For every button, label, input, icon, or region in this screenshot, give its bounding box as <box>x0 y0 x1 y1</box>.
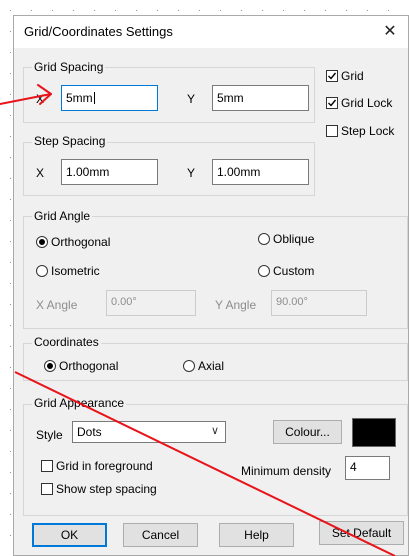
grid-lock-checkbox-label: Grid Lock <box>341 96 393 110</box>
coordinates-label: Coordinates <box>32 335 101 349</box>
coord-orthogonal-radio[interactable]: Orthogonal <box>44 359 118 373</box>
grid-y-input[interactable]: 5mm <box>212 85 309 111</box>
step-spacing-label: Step Spacing <box>32 134 108 148</box>
grid-y-label: Y <box>187 92 196 106</box>
radio-selected-icon <box>44 360 56 372</box>
grid-angle-label: Grid Angle <box>32 209 93 223</box>
style-select-value: Dots <box>77 425 102 439</box>
y-angle-label: Y Angle <box>215 298 257 312</box>
y-angle-input[interactable]: 90.00° <box>271 290 367 316</box>
checkbox-unchecked-icon <box>326 125 338 137</box>
angle-oblique-radio[interactable]: Oblique <box>258 232 314 246</box>
angle-oblique-label: Oblique <box>273 232 315 246</box>
cancel-button[interactable]: Cancel <box>123 523 198 547</box>
grid-spacing-label: Grid Spacing <box>32 60 106 74</box>
step-y-input[interactable]: 1.00mm <box>212 159 309 185</box>
close-icon[interactable]: ✕ <box>380 21 400 41</box>
radio-unselected-icon <box>258 233 270 245</box>
angle-custom-label: Custom <box>273 264 315 278</box>
grid-x-label: X <box>36 92 45 106</box>
angle-isometric-label: Isometric <box>51 264 100 278</box>
grid-checkbox-label: Grid <box>341 69 364 83</box>
style-select[interactable]: Dots ∨ <box>72 421 226 443</box>
text-caret <box>93 92 95 104</box>
angle-orthogonal-label: Orthogonal <box>51 235 111 249</box>
step-lock-checkbox-label: Step Lock <box>341 124 395 138</box>
step-x-label: X <box>36 166 45 180</box>
show-step-spacing-label: Show step spacing <box>56 482 157 496</box>
dialog-title: Grid/Coordinates Settings <box>24 24 173 39</box>
step-lock-checkbox[interactable]: Step Lock <box>326 124 394 138</box>
help-button[interactable]: Help <box>219 523 294 547</box>
x-angle-input[interactable]: 0.00° <box>106 290 196 316</box>
colour-swatch[interactable] <box>352 418 396 447</box>
set-default-button[interactable]: Set Default <box>319 521 404 545</box>
coord-orthogonal-label: Orthogonal <box>59 359 119 373</box>
grid-checkbox[interactable]: Grid <box>326 69 364 83</box>
ok-button[interactable]: OK <box>32 523 107 547</box>
minimum-density-input[interactable]: 4 <box>345 456 390 480</box>
radio-selected-icon <box>36 236 48 248</box>
grid-foreground-label: Grid in foreground <box>56 459 153 473</box>
checkbox-checked-icon <box>326 97 338 109</box>
coord-axial-label: Axial <box>198 359 225 373</box>
radio-unselected-icon <box>183 360 195 372</box>
grid-lock-checkbox[interactable]: Grid Lock <box>326 96 392 110</box>
colour-button[interactable]: Colour... <box>273 420 342 444</box>
grid-foreground-checkbox[interactable]: Grid in foreground <box>41 459 153 473</box>
style-label: Style <box>36 428 63 442</box>
step-y-label: Y <box>187 166 196 180</box>
step-x-input[interactable]: 1.00mm <box>61 159 158 185</box>
checkbox-unchecked-icon <box>41 483 53 495</box>
title-bar: Grid/Coordinates Settings ✕ <box>14 16 408 48</box>
x-angle-label: X Angle <box>36 298 78 312</box>
grid-appearance-label: Grid Appearance <box>32 396 127 410</box>
radio-unselected-icon <box>258 265 270 277</box>
checkbox-unchecked-icon <box>41 460 53 472</box>
chevron-down-icon: ∨ <box>210 425 219 437</box>
angle-custom-radio[interactable]: Custom <box>258 264 314 278</box>
minimum-density-label: Minimum density <box>241 464 332 478</box>
grid-x-input[interactable]: 5mm <box>61 85 158 111</box>
checkbox-checked-icon <box>326 70 338 82</box>
show-step-spacing-checkbox[interactable]: Show step spacing <box>41 482 157 496</box>
grid-settings-dialog: Grid/Coordinates Settings ✕ Grid Spacing… <box>13 15 409 556</box>
angle-orthogonal-radio[interactable]: Orthogonal <box>36 235 110 249</box>
angle-isometric-radio[interactable]: Isometric <box>36 264 100 278</box>
radio-unselected-icon <box>36 265 48 277</box>
coord-axial-radio[interactable]: Axial <box>183 359 224 373</box>
